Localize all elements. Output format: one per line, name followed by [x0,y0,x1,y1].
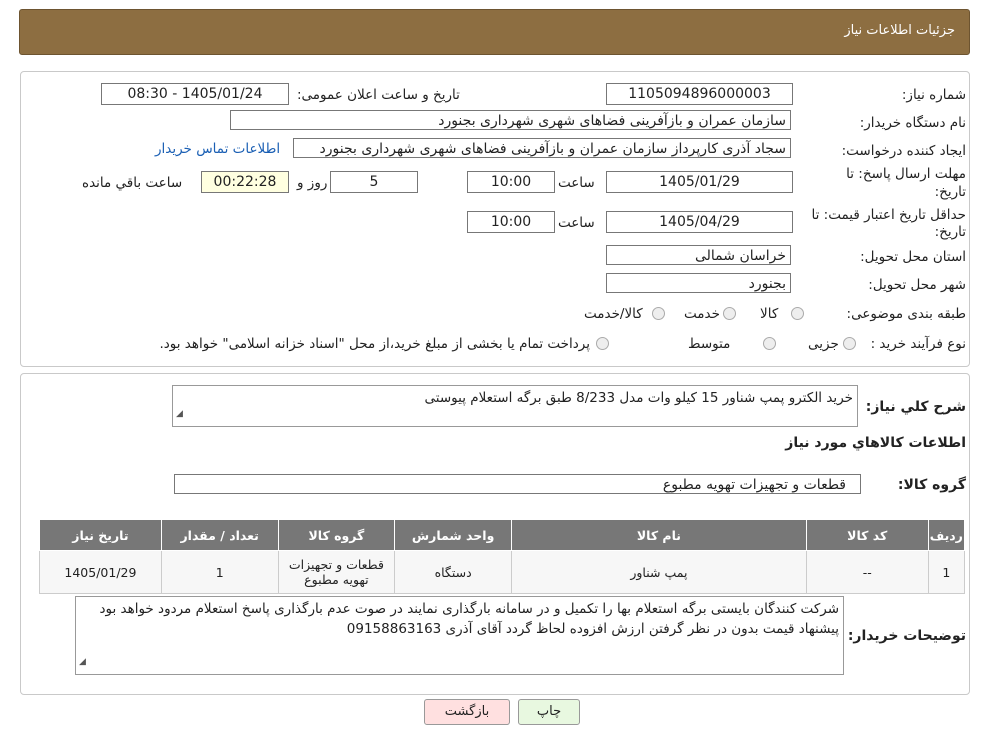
category-option-both: کالا/خدمت [584,306,643,322]
cell-need-date: 1405/01/29 [39,550,162,594]
buyer-notes-label: توضیحات خریدار: [847,628,966,644]
validity-label: حداقل تاریخ اعتبار قیمت: تا [811,207,966,223]
city-label: شهر محل تحویل: [868,277,966,293]
days-label: روز و [297,175,328,191]
category-radio-service[interactable] [723,307,736,320]
process-label: نوع فرآیند خرید : [870,336,966,352]
announce-label: تاریخ و ساعت اعلان عمومی: [297,87,460,103]
print-button[interactable]: چاپ [518,699,580,725]
category-option-goods: کالا [760,306,779,322]
summary-field: خرید الکترو پمپ شناور 15 کیلو وات مدل 8/… [172,385,858,427]
cell-goods-name: پمپ شناور [510,550,807,594]
process-option-minor: جزیی [808,336,839,352]
page-header: جزئیات اطلاعات نیاز [19,9,970,55]
goods-table-header: رديف کد کالا نام کالا واحد شمارش گروه کا… [39,519,966,551]
countdown-timer: 00:22:28 [201,171,289,193]
cell-goods-group: قطعات و تجهیزات تهویه مطبوع [277,550,396,594]
creator-label: ایجاد کننده درخواست: [841,143,966,159]
announce-field: 1405/01/24 - 08:30 [101,83,289,105]
col-quantity: تعداد / مقدار [160,519,279,551]
validity-label-date: تاریخ: [934,224,966,240]
buyer-contact-link[interactable]: اطلاعات تماس خریدار [155,141,280,157]
province-field: خراسان شمالی [606,245,791,265]
summary-label: شرح کلي نياز: [865,399,966,415]
validity-hour-label: ساعت [558,215,595,231]
col-goods-code: کد کالا [805,519,929,551]
buyer-notes-text: شرکت کنندگان بایستی برگه استعلام بها را … [99,601,839,637]
process-option-medium: متوسط [688,336,731,352]
col-row-number: رديف [927,519,966,551]
cell-goods-code: -- [805,550,929,594]
creator-field: سجاد آذری کارپرداز سازمان عمران و بازآفر… [293,138,791,158]
goods-info-title: اطلاعات کالاهاي مورد نياز [785,435,966,451]
resize-handle-icon[interactable]: ◢ [176,404,183,424]
category-radio-goods[interactable] [791,307,804,320]
col-goods-name: نام کالا [510,519,807,551]
validity-date-field: 1405/04/29 [606,211,793,233]
col-unit: واحد شمارش [394,519,512,551]
deadline-time-field: 10:00 [467,171,555,193]
days-field: 5 [330,171,418,193]
deadline-label-date: تاریخ: [934,184,966,200]
category-option-service: خدمت [684,306,720,322]
process-radio-minor[interactable] [843,337,856,350]
back-button[interactable]: بازگشت [424,699,510,725]
deadline-label: مهلت ارسال پاسخ: تا [846,166,966,182]
table-row: 1 -- پمپ شناور دستگاه قطعات و تجهیزات ته… [39,550,966,594]
col-goods-group: گروه کالا [277,519,396,551]
goods-table: رديف کد کالا نام کالا واحد شمارش گروه کا… [39,519,966,594]
page-title: جزئیات اطلاعات نیاز [844,23,955,38]
cell-row-number: 1 [927,550,966,594]
buyer-label: نام دستگاه خریدار: [859,115,966,131]
buyer-field: سازمان عمران و بازآفرینی فضاهای شهری شهر… [230,110,791,130]
summary-text: خرید الکترو پمپ شناور 15 کیلو وات مدل 8/… [424,390,853,406]
remaining-label: ساعت باقي مانده [82,175,183,191]
goods-group-field: قطعات و تجهیزات تهویه مطبوع [174,474,861,494]
category-label: طبقه بندی موضوعی: [846,306,966,322]
buyer-notes-field: شرکت کنندگان بایستی برگه استعلام بها را … [75,596,844,675]
validity-time-field: 10:00 [467,211,555,233]
cell-quantity: 1 [160,550,279,594]
province-label: استان محل تحویل: [860,249,966,265]
need-number-field: 1105094896000003 [606,83,793,105]
process-radio-medium[interactable] [763,337,776,350]
col-need-date: تاریخ نیاز [39,519,162,551]
category-radio-both[interactable] [652,307,665,320]
deadline-date-field: 1405/01/29 [606,171,793,193]
process-note: پرداخت تمام یا بخشی از مبلغ خرید،از محل … [159,336,590,352]
goods-group-label: گروه کالا: [897,477,966,493]
city-field: بجنورد [606,273,791,293]
deadline-hour-label: ساعت [558,175,595,191]
cell-unit: دستگاه [394,550,512,594]
need-number-label: شماره نیاز: [901,87,966,103]
resize-handle-icon[interactable]: ◢ [79,652,86,672]
process-checkbox-treasury[interactable] [596,337,609,350]
